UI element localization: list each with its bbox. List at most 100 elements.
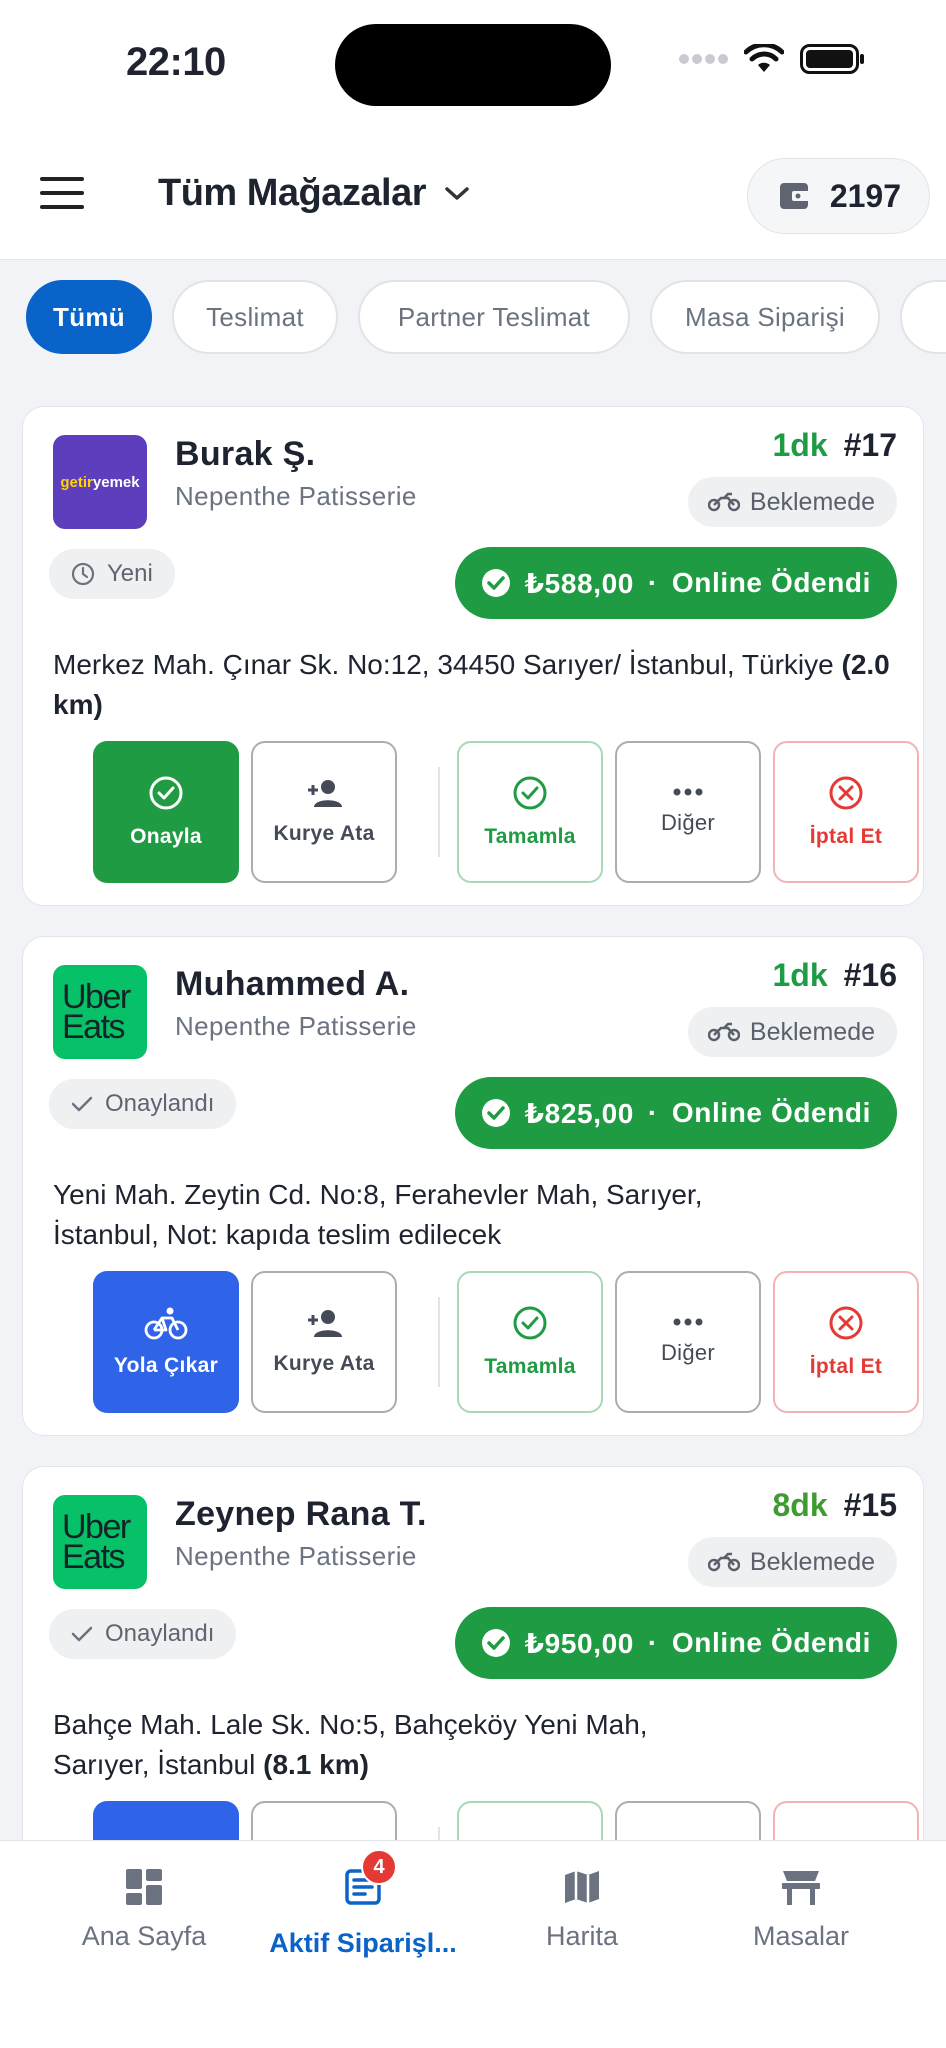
elapsed-time: 8dk: [772, 1487, 828, 1523]
filter-bar: Tümü Teslimat Partner Teslimat Masa Sipa…: [0, 260, 946, 374]
store-selector-label: Tüm Mağazalar: [158, 172, 427, 214]
person-add-icon: [308, 1310, 342, 1337]
battery-icon: [800, 44, 864, 74]
check-circle-icon: [481, 569, 510, 597]
filter-chip-partner-delivery[interactable]: Partner Teslimat: [358, 280, 630, 354]
bicycle-icon: [144, 1307, 188, 1340]
wallet-balance-button[interactable]: 2197: [746, 158, 930, 234]
elapsed-time: 1dk: [772, 957, 828, 993]
order-card[interactable]: getir yemek Burak Ş. Nepenthe Patisserie …: [22, 406, 924, 906]
complete-button[interactable]: Tamamla: [457, 1271, 603, 1413]
order-card[interactable]: Uber Eats Muhammed A. Nepenthe Patisseri…: [22, 936, 924, 1436]
ubereats-logo: Uber Eats: [53, 1495, 147, 1589]
more-dots-icon: [673, 788, 703, 796]
more-button[interactable]: Diğer: [615, 1271, 761, 1413]
order-actions: Yola Çıkar Kurye Ata Tamamla Diğer İptal…: [93, 1271, 919, 1413]
delivery-address: Bahçe Mah. Lale Sk. No:5, Bahçeköy Yeni …: [53, 1709, 648, 1780]
order-time-number: 1dk #16: [772, 957, 897, 994]
filter-chip-all[interactable]: Tümü: [26, 280, 152, 354]
order-state-badge: Onaylandı: [49, 1609, 237, 1659]
customer-name: Muhammed A.: [175, 965, 410, 1003]
order-amount: ₺950,00: [524, 1627, 634, 1659]
app-header: Tüm Mağazalar 2197: [0, 130, 946, 260]
signal-icon: [679, 54, 728, 64]
payment-status: Online Ödendi: [671, 1627, 871, 1658]
payment-status: Online Ödendi: [671, 1097, 871, 1128]
nav-item-active-orders[interactable]: 4 Aktif Siparişl...: [253, 1849, 473, 1959]
order-time-number: 1dk #17: [772, 427, 897, 464]
complete-button[interactable]: Tamamla: [457, 741, 603, 883]
wallet-value: 2197: [829, 177, 901, 214]
distance: (8.1 km): [263, 1749, 369, 1780]
cancel-circle-icon: [829, 1306, 863, 1340]
check-icon: [71, 1096, 93, 1112]
order-number: #16: [843, 957, 897, 993]
actions-divider: [438, 1297, 440, 1387]
nav-item-home[interactable]: Ana Sayfa: [34, 1867, 254, 1952]
filter-chip-delivery[interactable]: Teslimat: [172, 280, 338, 354]
delivery-address: Yeni Mah. Zeytin Cd. No:8, Ferahevler Ma…: [53, 1179, 703, 1250]
table-icon: [782, 1871, 820, 1905]
order-number: #15: [843, 1487, 897, 1523]
order-state-badge: Onaylandı: [49, 1079, 237, 1129]
delivery-status-badge: Beklemede: [687, 1537, 897, 1587]
dashboard-icon: [126, 1869, 162, 1905]
wallet-icon: [779, 183, 810, 209]
payment-badge: ₺950,00 · Online Ödendi: [454, 1607, 897, 1679]
motorcycle-icon: [707, 492, 740, 512]
order-time-number: 8dk #15: [772, 1487, 897, 1524]
customer-name: Zeynep Rana T.: [175, 1495, 427, 1533]
check-circle-icon: [481, 1629, 510, 1657]
approve-button[interactable]: Onayla: [93, 741, 239, 883]
status-bar: 22:10: [0, 0, 946, 130]
customer-name: Burak Ş.: [175, 435, 316, 473]
notification-badge: 4: [361, 1849, 397, 1885]
motorcycle-icon: [707, 1022, 740, 1042]
cancel-button[interactable]: İptal Et: [773, 741, 919, 883]
store-name: Nepenthe Patisserie: [175, 1011, 417, 1041]
assign-courier-button[interactable]: Kurye Ata: [251, 741, 397, 883]
order-number: #17: [843, 427, 897, 463]
menu-button[interactable]: [40, 177, 84, 213]
store-name: Nepenthe Patisserie: [175, 1541, 417, 1571]
check-circle-icon: [481, 1099, 510, 1127]
chevron-down-icon: [445, 186, 469, 200]
delivery-address: Merkez Mah. Çınar Sk. No:12, 34450 Sarıy…: [53, 649, 890, 720]
filter-chip-overflow[interactable]: [900, 280, 946, 354]
store-selector[interactable]: Tüm Mağazalar: [158, 172, 470, 215]
order-amount: ₺588,00: [524, 567, 634, 599]
dynamic-island: [335, 24, 611, 106]
wifi-icon: [744, 44, 784, 72]
delivery-status-badge: Beklemede: [687, 1007, 897, 1057]
map-icon: [565, 1871, 599, 1903]
actions-divider: [438, 767, 440, 857]
payment-status: Online Ödendi: [671, 567, 871, 598]
order-state-badge: Yeni: [49, 549, 175, 599]
nav-item-map[interactable]: Harita: [472, 1867, 692, 1952]
payment-badge: ₺825,00 · Online Ödendi: [454, 1077, 897, 1149]
cancel-button[interactable]: İptal Et: [773, 1271, 919, 1413]
cancel-circle-icon: [829, 776, 863, 810]
filter-chip-table-order[interactable]: Masa Siparişi: [650, 280, 880, 354]
nav-item-tables[interactable]: Masalar: [691, 1867, 911, 1952]
check-circle-icon: [149, 776, 183, 810]
payment-badge: ₺588,00 · Online Ödendi: [454, 547, 897, 619]
motorcycle-icon: [707, 1552, 740, 1572]
getiryemek-logo: getir yemek: [53, 435, 147, 529]
assign-courier-button[interactable]: Kurye Ata: [251, 1271, 397, 1413]
order-amount: ₺825,00: [524, 1097, 634, 1129]
check-icon: [71, 1626, 93, 1642]
more-dots-icon: [673, 1318, 703, 1326]
clock-icon: [71, 562, 95, 586]
bottom-navigation: Ana Sayfa 4 Aktif Siparişl... Harita Mas…: [0, 1840, 946, 2048]
check-circle-icon: [513, 1306, 547, 1340]
store-name: Nepenthe Patisserie: [175, 481, 417, 511]
more-button[interactable]: Diğer: [615, 741, 761, 883]
ubereats-logo: Uber Eats: [53, 965, 147, 1059]
check-circle-icon: [513, 776, 547, 810]
menu-icon: [40, 177, 84, 181]
person-add-icon: [308, 780, 342, 807]
delivery-status-badge: Beklemede: [687, 477, 897, 527]
dispatch-button[interactable]: Yola Çıkar: [93, 1271, 239, 1413]
elapsed-time: 1dk: [772, 427, 828, 463]
